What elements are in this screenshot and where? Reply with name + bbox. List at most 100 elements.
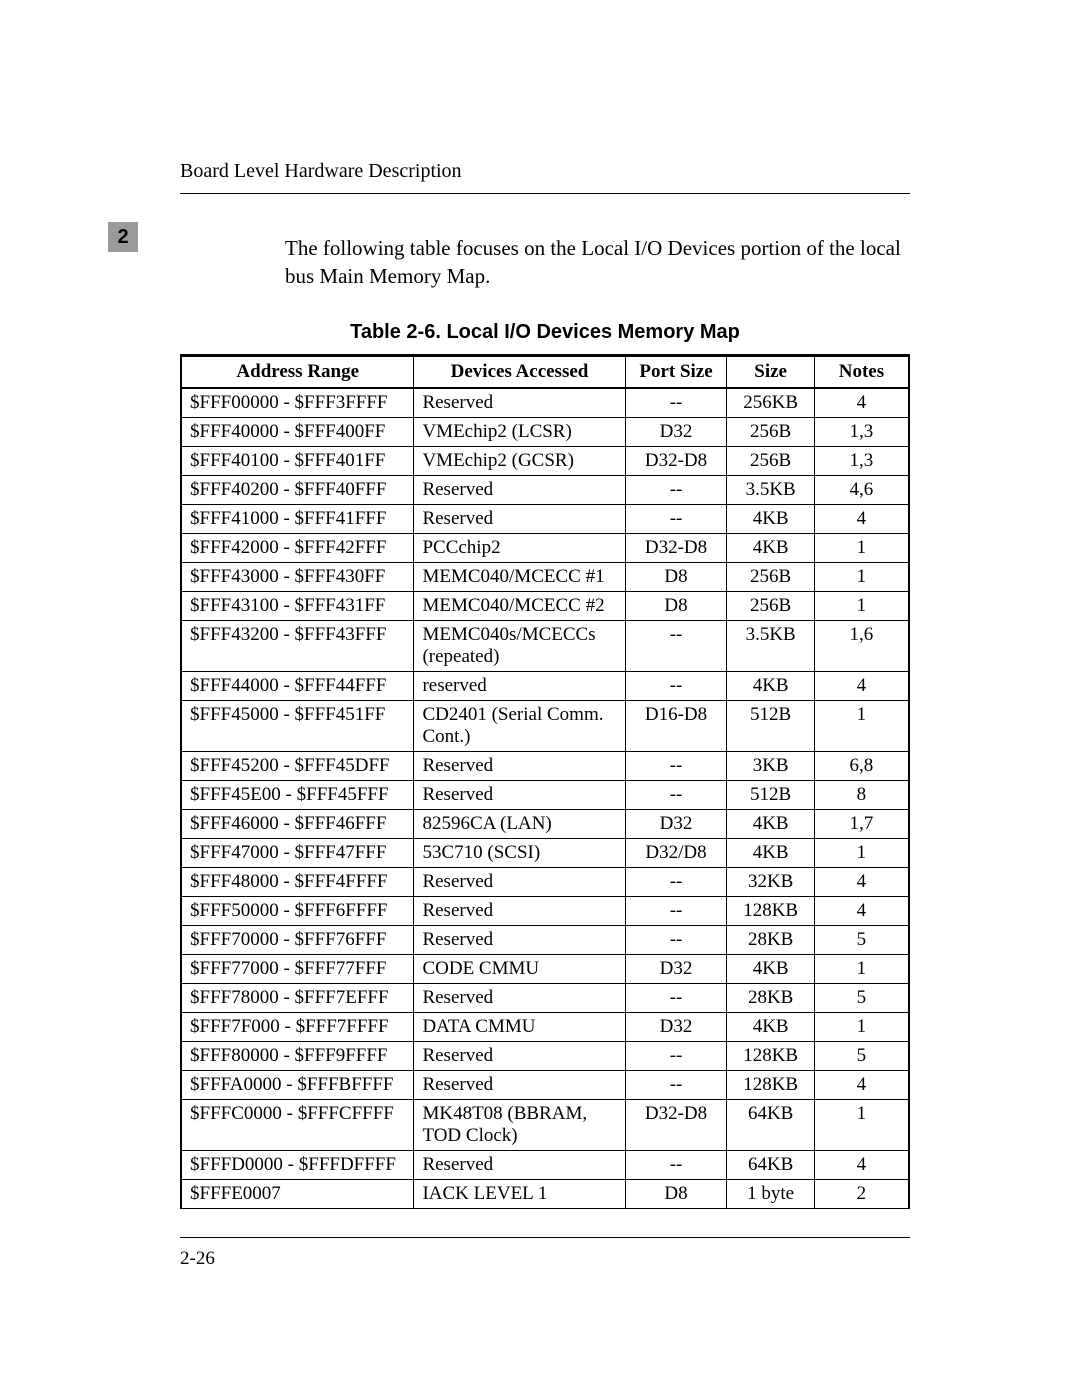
- cell-notes: 6,8: [814, 751, 909, 780]
- cell-address: $FFFA0000 - $FFFBFFFF: [181, 1070, 414, 1099]
- cell-address: $FFF70000 - $FFF76FFF: [181, 925, 414, 954]
- table-row: $FFF42000 - $FFF42FFFPCCchip2D32-D84KB1: [181, 533, 909, 562]
- cell-size: 4KB: [727, 671, 814, 700]
- cell-size: 3.5KB: [727, 620, 814, 671]
- cell-size: 4KB: [727, 1012, 814, 1041]
- cell-address: $FFF43100 - $FFF431FF: [181, 591, 414, 620]
- cell-notes: 4: [814, 388, 909, 418]
- table-row: $FFF80000 - $FFF9FFFFReserved--128KB5: [181, 1041, 909, 1070]
- cell-address: $FFF45200 - $FFF45DFF: [181, 751, 414, 780]
- table-row: $FFF48000 - $FFF4FFFFReserved--32KB4: [181, 867, 909, 896]
- cell-notes: 1,6: [814, 620, 909, 671]
- table-row: $FFF47000 - $FFF47FFF53C710 (SCSI)D32/D8…: [181, 838, 909, 867]
- cell-address: $FFF42000 - $FFF42FFF: [181, 533, 414, 562]
- cell-notes: 1: [814, 562, 909, 591]
- cell-notes: 1: [814, 838, 909, 867]
- cell-size: 512B: [727, 780, 814, 809]
- cell-port: --: [625, 925, 727, 954]
- col-header-address: Address Range: [181, 355, 414, 388]
- table-row: $FFF00000 - $FFF3FFFFReserved--256KB4: [181, 388, 909, 418]
- cell-port: D16-D8: [625, 700, 727, 751]
- cell-port: --: [625, 780, 727, 809]
- cell-size: 256B: [727, 417, 814, 446]
- cell-address: $FFF43200 - $FFF43FFF: [181, 620, 414, 671]
- cell-size: 128KB: [727, 1070, 814, 1099]
- cell-address: $FFF7F000 - $FFF7FFFF: [181, 1012, 414, 1041]
- cell-address: $FFF77000 - $FFF77FFF: [181, 954, 414, 983]
- cell-port: D32-D8: [625, 533, 727, 562]
- table-row: $FFF41000 - $FFF41FFFReserved--4KB4: [181, 504, 909, 533]
- table-row: $FFFE0007IACK LEVEL 1D81 byte2: [181, 1179, 909, 1208]
- cell-size: 28KB: [727, 983, 814, 1012]
- cell-device: MK48T08 (BBRAM, TOD Clock): [414, 1099, 625, 1150]
- cell-address: $FFF41000 - $FFF41FFF: [181, 504, 414, 533]
- cell-notes: 4: [814, 867, 909, 896]
- cell-address: $FFF44000 - $FFF44FFF: [181, 671, 414, 700]
- cell-port: --: [625, 867, 727, 896]
- cell-port: D32-D8: [625, 1099, 727, 1150]
- cell-notes: 1,7: [814, 809, 909, 838]
- table-caption: Table 2-6. Local I/O Devices Memory Map: [180, 321, 910, 344]
- cell-size: 3KB: [727, 751, 814, 780]
- col-header-size: Size: [727, 355, 814, 388]
- table-row: $FFF45200 - $FFF45DFFReserved--3KB6,8: [181, 751, 909, 780]
- table-row: $FFF78000 - $FFF7EFFFReserved--28KB5: [181, 983, 909, 1012]
- cell-device: Reserved: [414, 896, 625, 925]
- cell-notes: 4: [814, 671, 909, 700]
- cell-address: $FFF40200 - $FFF40FFF: [181, 475, 414, 504]
- table-row: $FFFA0000 - $FFFBFFFFReserved--128KB4: [181, 1070, 909, 1099]
- col-header-device: Devices Accessed: [414, 355, 625, 388]
- cell-device: Reserved: [414, 475, 625, 504]
- cell-notes: 4,6: [814, 475, 909, 504]
- cell-port: D8: [625, 1179, 727, 1208]
- cell-notes: 1: [814, 1099, 909, 1150]
- cell-size: 4KB: [727, 954, 814, 983]
- cell-size: 4KB: [727, 809, 814, 838]
- cell-notes: 4: [814, 896, 909, 925]
- cell-device: MEMC040s/MCECCs (repeated): [414, 620, 625, 671]
- section-marker: 2: [108, 222, 138, 252]
- intro-paragraph: The following table focuses on the Local…: [285, 234, 910, 291]
- table-row: $FFF43100 - $FFF431FFMEMC040/MCECC #2D82…: [181, 591, 909, 620]
- cell-address: $FFF43000 - $FFF430FF: [181, 562, 414, 591]
- cell-port: --: [625, 751, 727, 780]
- cell-size: 64KB: [727, 1099, 814, 1150]
- table-row: $FFF46000 - $FFF46FFF82596CA (LAN)D324KB…: [181, 809, 909, 838]
- cell-size: 4KB: [727, 838, 814, 867]
- cell-address: $FFF40100 - $FFF401FF: [181, 446, 414, 475]
- col-header-notes: Notes: [814, 355, 909, 388]
- cell-size: 256B: [727, 446, 814, 475]
- cell-address: $FFF45000 - $FFF451FF: [181, 700, 414, 751]
- table-row: $FFF45E00 - $FFF45FFFReserved--512B8: [181, 780, 909, 809]
- cell-device: reserved: [414, 671, 625, 700]
- cell-device: VMEchip2 (LCSR): [414, 417, 625, 446]
- cell-port: --: [625, 1150, 727, 1179]
- table-row: $FFF70000 - $FFF76FFFReserved--28KB5: [181, 925, 909, 954]
- cell-device: IACK LEVEL 1: [414, 1179, 625, 1208]
- cell-address: $FFF47000 - $FFF47FFF: [181, 838, 414, 867]
- cell-notes: 1: [814, 1012, 909, 1041]
- cell-size: 64KB: [727, 1150, 814, 1179]
- cell-notes: 5: [814, 983, 909, 1012]
- cell-notes: 5: [814, 925, 909, 954]
- footer-rule: [180, 1237, 910, 1238]
- table-body: $FFF00000 - $FFF3FFFFReserved--256KB4$FF…: [181, 388, 909, 1209]
- cell-address: $FFFC0000 - $FFFCFFFF: [181, 1099, 414, 1150]
- cell-device: Reserved: [414, 504, 625, 533]
- cell-size: 128KB: [727, 1041, 814, 1070]
- cell-size: 512B: [727, 700, 814, 751]
- cell-port: --: [625, 475, 727, 504]
- cell-notes: 4: [814, 1070, 909, 1099]
- cell-device: 53C710 (SCSI): [414, 838, 625, 867]
- cell-address: $FFF00000 - $FFF3FFFF: [181, 388, 414, 418]
- cell-port: --: [625, 1041, 727, 1070]
- cell-device: MEMC040/MCECC #2: [414, 591, 625, 620]
- cell-notes: 1,3: [814, 417, 909, 446]
- cell-port: D32: [625, 417, 727, 446]
- cell-notes: 4: [814, 1150, 909, 1179]
- col-header-port: Port Size: [625, 355, 727, 388]
- table-row: $FFF40000 - $FFF400FFVMEchip2 (LCSR)D322…: [181, 417, 909, 446]
- cell-device: Reserved: [414, 1041, 625, 1070]
- cell-device: Reserved: [414, 1070, 625, 1099]
- cell-size: 128KB: [727, 896, 814, 925]
